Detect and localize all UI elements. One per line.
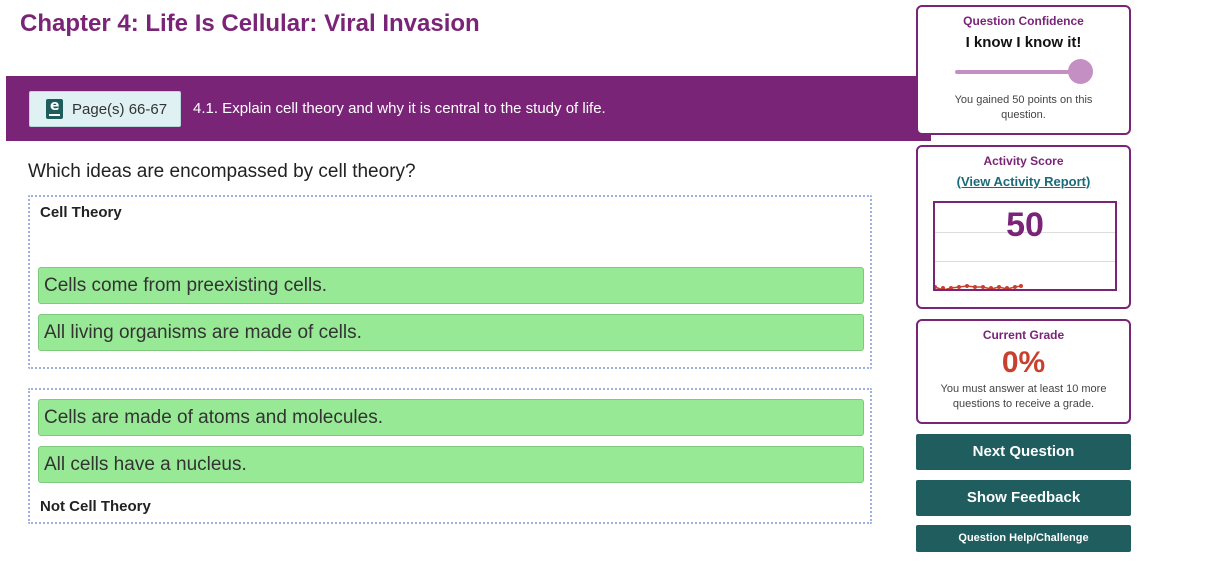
answer-tile[interactable]: All cells have a nucleus. bbox=[38, 446, 864, 483]
chapter-title: Chapter 4: Life Is Cellular: Viral Invas… bbox=[20, 10, 480, 37]
current-grade-panel: Current Grade 0% You must answer at leas… bbox=[916, 319, 1131, 424]
confidence-slider[interactable] bbox=[954, 59, 1093, 85]
confidence-value: I know I know it! bbox=[965, 34, 1082, 51]
answer-tile[interactable]: All living organisms are made of cells. bbox=[38, 314, 864, 351]
current-grade-title: Current Grade bbox=[982, 328, 1065, 342]
question-help-button[interactable]: Question Help/Challenge bbox=[916, 525, 1131, 552]
confidence-title: Question Confidence bbox=[963, 14, 1084, 28]
activity-score-value: 50 bbox=[1006, 206, 1044, 244]
learning-objective: 4.1. Explain cell theory and why it is c… bbox=[193, 100, 606, 117]
zone-label-cell-theory: Cell Theory bbox=[40, 204, 122, 221]
answer-tile[interactable]: Cells are made of atoms and molecules. bbox=[38, 399, 864, 436]
activity-score-panel: Activity Score (View Activity Report) 50 bbox=[916, 145, 1131, 309]
question-prompt: Which ideas are encompassed by cell theo… bbox=[28, 161, 416, 182]
show-feedback-button[interactable]: Show Feedback bbox=[916, 480, 1131, 516]
score-chart: 50 bbox=[933, 201, 1117, 291]
drop-zone-cell-theory[interactable]: Cell Theory Cells come from preexisting … bbox=[28, 195, 872, 369]
slider-track bbox=[954, 70, 1081, 74]
answer-tile[interactable]: Cells come from preexisting cells. bbox=[38, 267, 864, 304]
zone-label-not-cell-theory: Not Cell Theory bbox=[40, 498, 151, 515]
slider-thumb[interactable] bbox=[1067, 59, 1093, 84]
view-activity-report-link[interactable]: (View Activity Report) bbox=[957, 174, 1091, 189]
ebook-page-button[interactable]: Page(s) 66-67 bbox=[29, 91, 181, 127]
drop-zone-not-cell-theory[interactable]: Cells are made of atoms and molecules. A… bbox=[28, 388, 872, 524]
activity-score-title: Activity Score bbox=[983, 154, 1064, 168]
ebook-icon bbox=[46, 98, 63, 119]
current-grade-value: 0% bbox=[1001, 346, 1046, 379]
objective-bar: Page(s) 66-67 4.1. Explain cell theory a… bbox=[6, 76, 931, 141]
page-range-label: Page(s) 66-67 bbox=[72, 100, 168, 118]
points-note: You gained 50 points on this question. bbox=[954, 94, 1093, 121]
grade-note: You must answer at least 10 more questio… bbox=[940, 383, 1107, 410]
confidence-panel: Question Confidence I know I know it! Yo… bbox=[916, 5, 1131, 135]
next-question-button[interactable]: Next Question bbox=[916, 434, 1131, 470]
